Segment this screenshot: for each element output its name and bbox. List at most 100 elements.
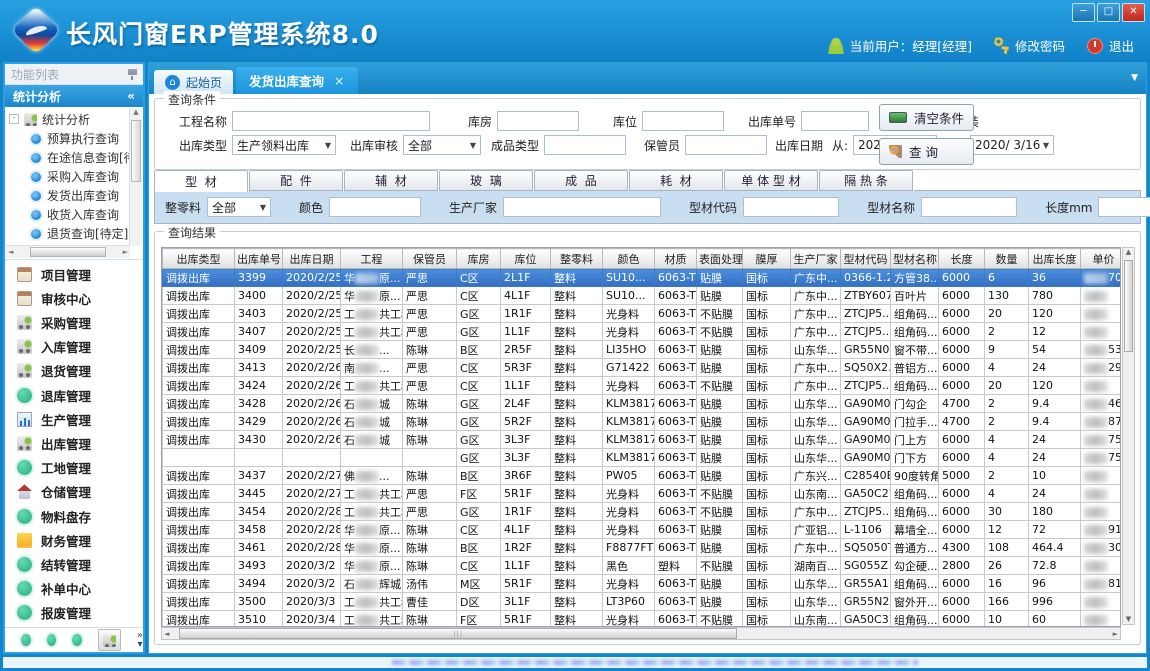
table-row[interactable]: 调拨出库34932020/3/2华原...陈琳C区1L1F整料黑色塑料不贴膜国标… xyxy=(163,557,1122,575)
table-cell[interactable]: 国标 xyxy=(743,557,791,575)
table-cell[interactable]: G区 xyxy=(457,395,501,413)
table-cell[interactable]: 1R1F xyxy=(501,503,551,521)
scrollbar-thumb[interactable]: ||| xyxy=(179,628,737,639)
dot-icon[interactable] xyxy=(47,634,57,646)
table-cell[interactable]: 工共工程 xyxy=(341,611,403,628)
table-cell[interactable]: 贴膜 xyxy=(697,413,743,431)
table-cell[interactable]: 石城 xyxy=(341,395,403,413)
sidebar-item-8[interactable]: 出库管理 xyxy=(5,431,143,455)
table-cell[interactable]: SU10... xyxy=(603,287,655,305)
table-cell[interactable]: 916 xyxy=(1081,521,1122,539)
table-cell[interactable]: 10 xyxy=(985,611,1029,628)
table-cell[interactable]: 贴膜 xyxy=(697,269,743,287)
table-cell[interactable]: 调拨出库 xyxy=(163,575,235,593)
table-cell[interactable]: 2020/2/27 xyxy=(283,467,341,485)
table-cell[interactable]: 2L1F xyxy=(501,269,551,287)
table-cell[interactable]: GR55A11 xyxy=(841,575,891,593)
table-cell[interactable]: 严思 xyxy=(403,485,457,503)
table-cell[interactable]: 36 xyxy=(1029,269,1081,287)
table-cell[interactable]: 整料 xyxy=(551,413,603,431)
table-cell[interactable]: 30 xyxy=(985,503,1029,521)
table-cell[interactable]: 20 xyxy=(985,377,1029,395)
table-cell[interactable]: 166 xyxy=(985,593,1029,611)
table-cell[interactable]: 工共工程 xyxy=(341,503,403,521)
table-cell[interactable]: 整料 xyxy=(551,305,603,323)
product-type-input[interactable] xyxy=(544,135,626,155)
table-cell[interactable]: 调拨出库 xyxy=(163,269,235,287)
table-cell[interactable]: C区 xyxy=(457,521,501,539)
table-cell[interactable]: 96 xyxy=(1029,575,1081,593)
table-cell[interactable] xyxy=(1081,467,1122,485)
table-cell[interactable]: 贴膜 xyxy=(697,287,743,305)
warehouse-input[interactable] xyxy=(497,111,579,131)
sidebar-item-9[interactable]: 工地管理 xyxy=(5,456,143,480)
table-cell[interactable]: G区 xyxy=(457,413,501,431)
table-cell[interactable]: 0366-1.2 xyxy=(841,269,891,287)
table-cell[interactable]: 调拨出库 xyxy=(163,323,235,341)
table-cell[interactable]: GA90M06. xyxy=(841,395,891,413)
column-header[interactable]: 工程 xyxy=(341,249,403,269)
table-cell[interactable]: 5R1F xyxy=(501,611,551,628)
table-cell[interactable]: 长... xyxy=(341,341,403,359)
table-cell[interactable]: C区 xyxy=(457,359,501,377)
table-cell[interactable]: 国标 xyxy=(743,269,791,287)
material-tab-8[interactable]: 隔 热 条 xyxy=(819,170,913,191)
table-row[interactable]: 调拨出库34002020/2/25华原...严思C区4L1F整料SU10...6… xyxy=(163,287,1122,305)
table-cell[interactable]: 120 xyxy=(1029,305,1081,323)
table-cell[interactable]: 812 xyxy=(1081,575,1122,593)
table-cell[interactable]: 广亚铝... xyxy=(791,521,841,539)
table-cell[interactable]: 6000 xyxy=(939,503,985,521)
table-cell[interactable]: 6000 xyxy=(939,593,985,611)
table-cell[interactable]: 调拨出库 xyxy=(163,395,235,413)
close-button[interactable]: ✕ xyxy=(1122,3,1145,22)
table-cell[interactable]: 贴膜 xyxy=(697,359,743,377)
table-cell[interactable]: 6000 xyxy=(939,431,985,449)
table-cell[interactable]: 6000 xyxy=(939,305,985,323)
table-cell[interactable]: GA90M07. xyxy=(841,413,891,431)
tree-item[interactable]: 发货出库查询 xyxy=(7,186,130,205)
table-cell[interactable]: KLM3817 xyxy=(603,395,655,413)
table-cell[interactable]: 12 xyxy=(1029,323,1081,341)
table-cell[interactable]: 国标 xyxy=(743,539,791,557)
table-cell[interactable]: 调拨出库 xyxy=(163,593,235,611)
table-cell[interactable]: 华原... xyxy=(341,557,403,575)
table-cell[interactable] xyxy=(1081,485,1122,503)
table-cell[interactable]: 组角码... xyxy=(891,503,939,521)
table-cell[interactable]: 6 xyxy=(985,269,1029,287)
table-cell[interactable]: G区 xyxy=(457,503,501,521)
table-cell[interactable]: 2020/2/26 xyxy=(283,359,341,377)
table-row[interactable]: G区3L3F整料KLM38176063-T5贴膜国标山东华...GA90M09.… xyxy=(163,449,1122,467)
table-cell[interactable]: 调拨出库 xyxy=(163,503,235,521)
table-cell[interactable]: 整料 xyxy=(551,359,603,377)
table-cell[interactable]: 国标 xyxy=(743,305,791,323)
table-cell[interactable]: 整料 xyxy=(551,539,603,557)
table-cell[interactable]: 2020/2/25 xyxy=(283,305,341,323)
table-cell[interactable]: SQ5050T20 xyxy=(841,539,891,557)
table-cell[interactable]: KLM3817 xyxy=(603,413,655,431)
table-cell[interactable]: 陈琳 xyxy=(403,557,457,575)
table-cell[interactable]: GA90M09. xyxy=(841,449,891,467)
table-cell[interactable]: 组角码... xyxy=(891,377,939,395)
table-cell[interactable]: 4 xyxy=(985,359,1029,377)
table-cell[interactable]: F区 xyxy=(457,485,501,503)
table-cell[interactable]: 不贴膜 xyxy=(697,323,743,341)
order-no-input[interactable] xyxy=(801,111,869,131)
color-input[interactable] xyxy=(329,197,421,217)
table-cell[interactable]: 整料 xyxy=(551,449,603,467)
table-cell[interactable]: 工共工程 xyxy=(341,485,403,503)
table-cell[interactable]: 3500 xyxy=(235,593,283,611)
tree-vertical-scrollbar[interactable]: ▲ xyxy=(129,108,142,246)
sidebar-item-7[interactable]: 生产管理 xyxy=(5,407,143,431)
table-cell[interactable]: 光身料 xyxy=(603,323,655,341)
table-cell[interactable]: 1L1F xyxy=(501,557,551,575)
table-row[interactable]: 调拨出库35102020/3/4工共工程陈琳F区5R1F整料光身料6063-T5… xyxy=(163,611,1122,628)
table-cell[interactable]: 2020/2/25 xyxy=(283,269,341,287)
table-cell[interactable]: 108 xyxy=(985,539,1029,557)
table-cell[interactable]: GR55N26 xyxy=(841,593,891,611)
more-buttons-chevron[interactable]: » ▾ xyxy=(137,631,143,649)
table-cell[interactable]: LT3P60 xyxy=(603,593,655,611)
table-cell[interactable]: 6063-T5 xyxy=(655,449,697,467)
table-cell[interactable]: 门勾企 xyxy=(891,395,939,413)
table-cell[interactable]: 3R6F xyxy=(501,467,551,485)
scrollbar-thumb[interactable] xyxy=(30,247,106,257)
